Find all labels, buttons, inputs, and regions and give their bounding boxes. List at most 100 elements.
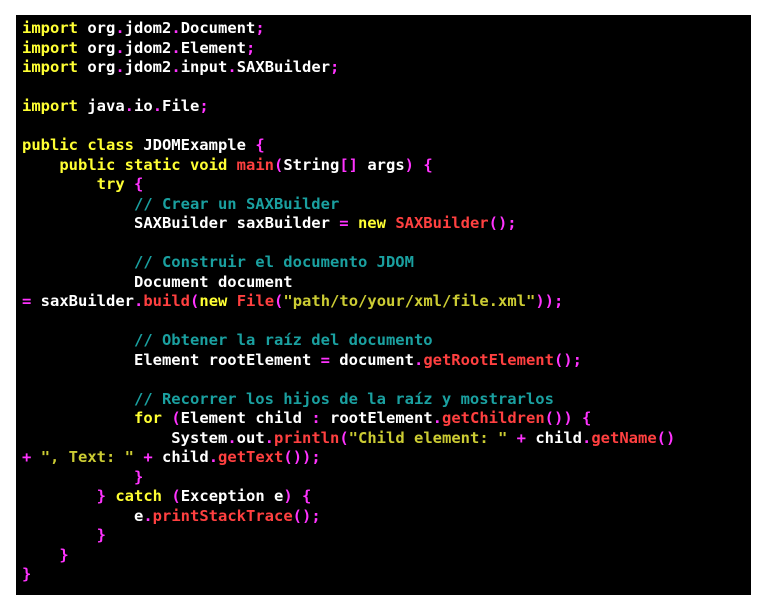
- code-line: Document document: [22, 273, 751, 293]
- punctuation-token: ();: [553, 350, 582, 369]
- punctuation-token: .: [208, 448, 219, 466]
- keyword-token: public class: [22, 136, 134, 154]
- text-token: Element rootElement: [22, 350, 321, 369]
- string-token: "path/to/your/xml/file.xml": [283, 292, 536, 310]
- code-line: // Construir el documento JDOM: [22, 253, 751, 273]
- punctuation-token: ());: [283, 448, 321, 466]
- function-token: build: [143, 292, 191, 310]
- text-token: Exception e: [180, 487, 284, 505]
- punctuation-token: (): [656, 428, 676, 447]
- punctuation-token: (: [274, 292, 284, 310]
- punctuation-token: .: [124, 97, 135, 115]
- text-token: java: [78, 97, 125, 115]
- code-line: }: [22, 526, 751, 546]
- comment-token: // Obtener la raíz del documento: [133, 331, 433, 349]
- keyword-token: import: [22, 58, 78, 76]
- keyword-token: import: [22, 38, 78, 57]
- code-editor[interactable]: import org.jdom2.Document; import org.jdo…: [16, 15, 751, 595]
- text-token: String: [283, 155, 340, 174]
- punctuation-token: +: [143, 448, 153, 466]
- punctuation-token: .: [432, 409, 442, 427]
- text-token: SAXBuilder saxBuilder: [22, 214, 340, 232]
- punctuation-token: (: [171, 487, 181, 505]
- text-token: child: [526, 428, 582, 447]
- code-line: import org.jdom2.Element;: [22, 39, 751, 59]
- text-token: args: [358, 155, 405, 174]
- punctuation-token: ): [283, 487, 293, 505]
- function-token: getRootElement: [423, 350, 554, 369]
- punctuation-token: (: [171, 409, 181, 427]
- punctuation-token: .: [582, 428, 592, 447]
- punctuation-token: .: [134, 292, 144, 310]
- text-token: org: [78, 58, 116, 76]
- punctuation-token: .: [171, 19, 181, 37]
- punctuation-token: ;: [199, 97, 209, 115]
- punctuation-token: .: [152, 97, 163, 115]
- function-token: getText: [218, 448, 284, 466]
- keyword-token: import: [22, 19, 78, 37]
- punctuation-token: .: [171, 38, 181, 57]
- punctuation-token: ();: [292, 506, 321, 525]
- punctuation-token: .: [115, 19, 125, 37]
- code-line: System.out.println("Child element: " + c…: [22, 429, 751, 449]
- punctuation-token: {: [255, 136, 265, 154]
- code-line: public static void main(String[] args) {: [22, 156, 751, 176]
- text-token: Element child: [180, 409, 312, 427]
- text-token: Document: [180, 19, 256, 37]
- punctuation-token: ;: [246, 38, 256, 57]
- punctuation-token: ()): [544, 409, 573, 427]
- code-line: for (Element child : rootElement.getChil…: [22, 409, 751, 429]
- punctuation-token: {: [423, 155, 433, 174]
- keyword-token: new: [357, 214, 386, 232]
- text-token: out: [236, 428, 265, 447]
- punctuation-token: }: [133, 467, 144, 486]
- string-token: ", Text: ": [40, 448, 135, 466]
- punctuation-token: =: [339, 214, 349, 232]
- function-token: getName: [591, 428, 657, 447]
- text-token: jdom2: [124, 58, 172, 76]
- punctuation-token: .: [227, 58, 237, 76]
- text-token: child: [152, 448, 209, 466]
- text-token: e: [22, 506, 144, 525]
- keyword-token: catch: [115, 487, 163, 505]
- text-token: System: [22, 428, 228, 447]
- punctuation-token: (: [339, 428, 349, 447]
- punctuation-token: ));: [535, 292, 564, 310]
- text-token: Document document: [22, 272, 293, 291]
- comment-token: // Construir el documento JDOM: [133, 253, 414, 271]
- code-line: }: [22, 565, 751, 585]
- text-token: org: [78, 19, 116, 37]
- code-line: Element rootElement = document.getRootEl…: [22, 351, 751, 371]
- code-line: // Obtener la raíz del documento: [22, 331, 751, 351]
- punctuation-token: .: [115, 58, 125, 76]
- code-block: import org.jdom2.Document; import org.jdo…: [16, 15, 751, 585]
- punctuation-token: .: [264, 428, 274, 447]
- text-token: JDOMExample: [133, 136, 256, 154]
- punctuation-token: }: [22, 565, 32, 583]
- string-token: "Child element: ": [348, 428, 508, 447]
- text-token: document: [329, 350, 414, 369]
- punctuation-token: }: [96, 487, 106, 505]
- punctuation-token: }: [96, 526, 106, 544]
- comment-token: // Recorrer los hijos de la raíz y mostr…: [133, 389, 554, 408]
- text-token: input: [180, 58, 228, 76]
